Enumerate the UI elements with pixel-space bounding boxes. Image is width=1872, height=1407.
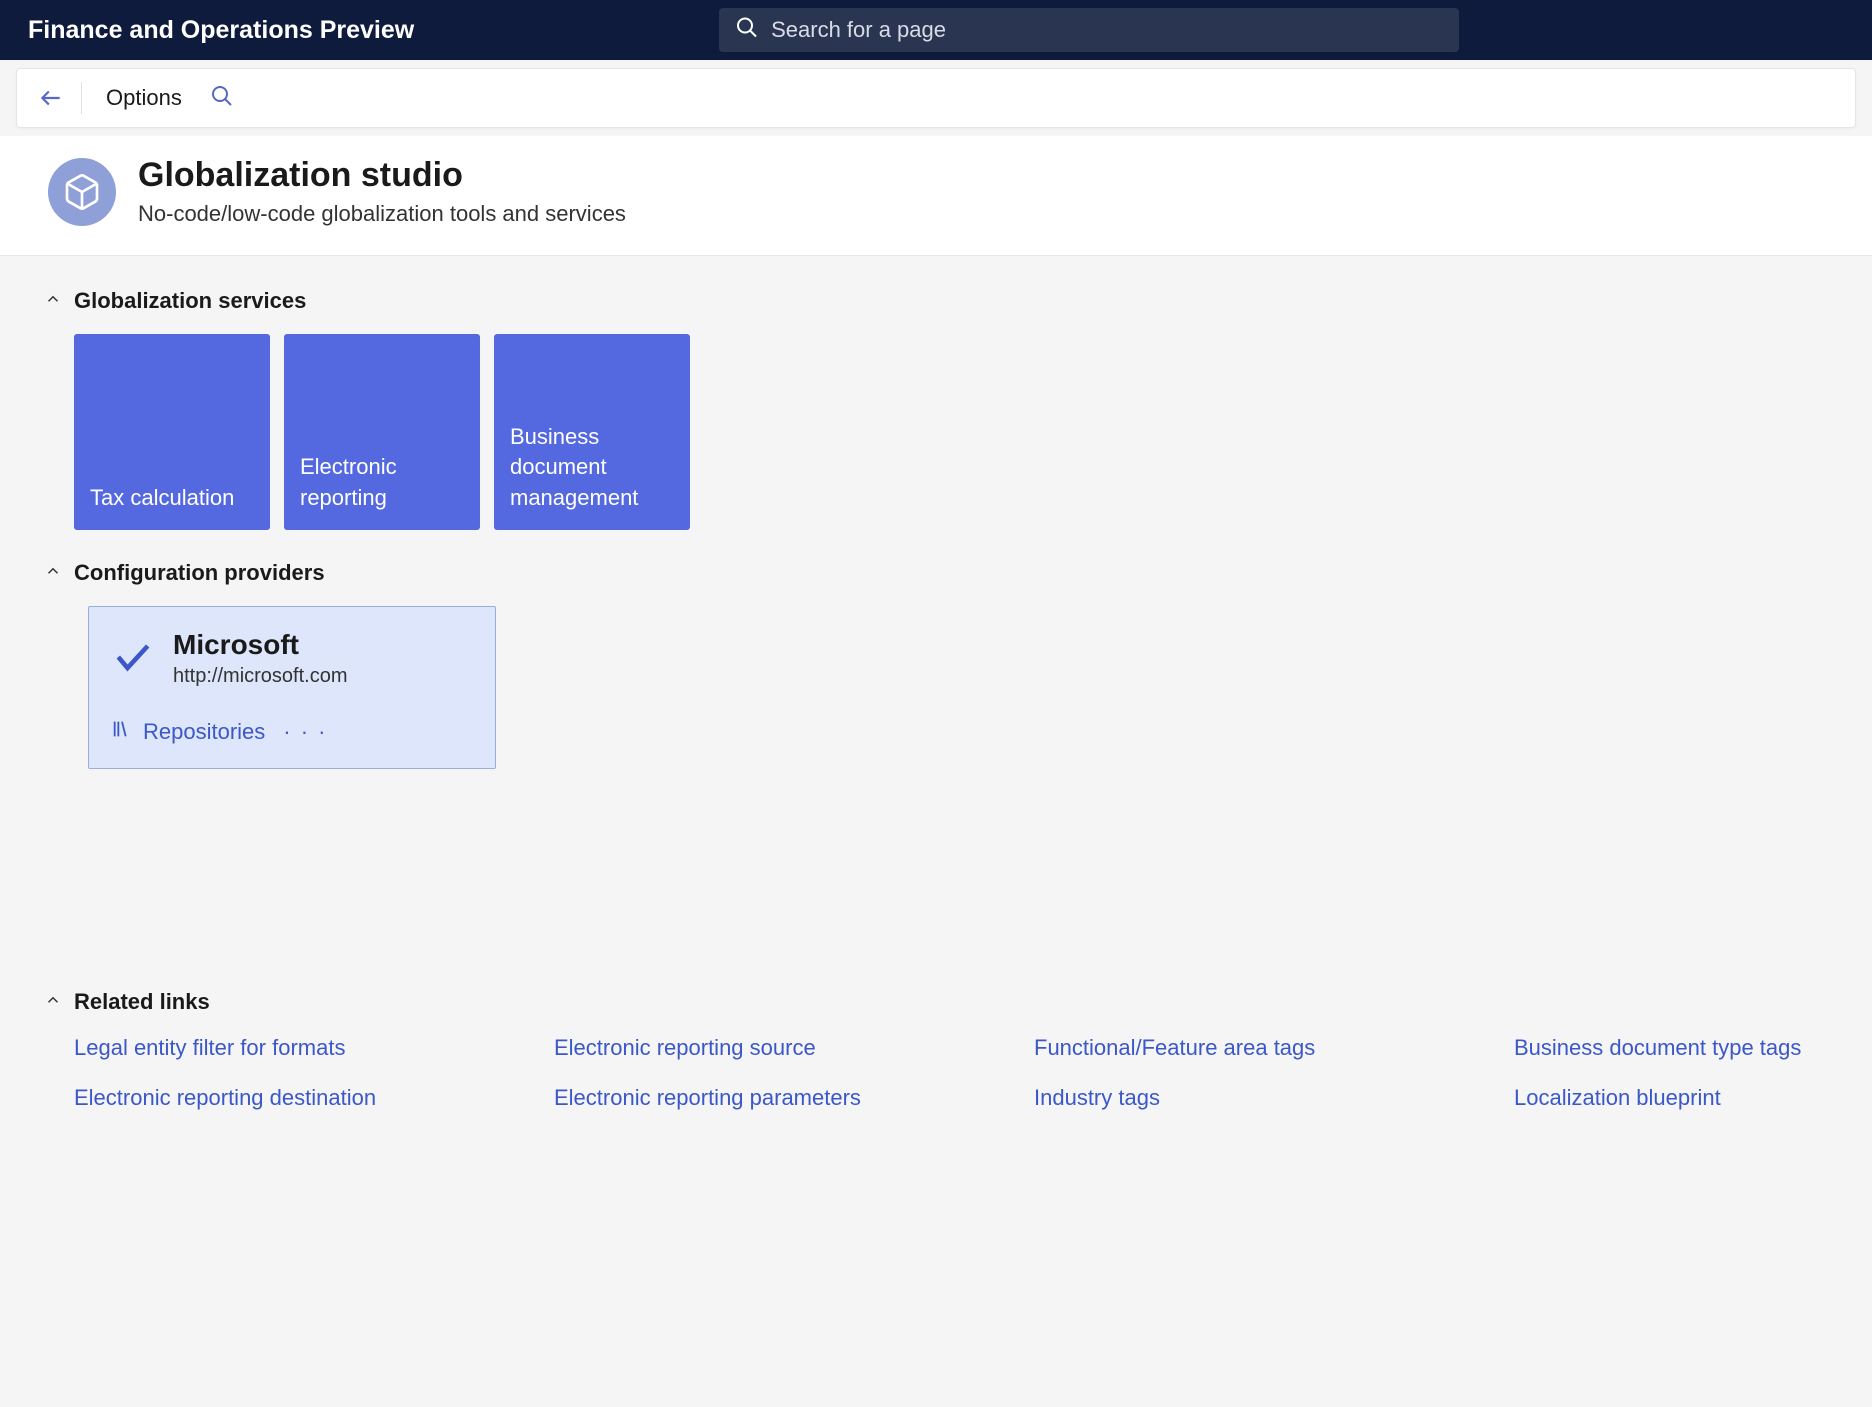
- search-container: [719, 8, 1459, 52]
- app-title: Finance and Operations Preview: [28, 16, 414, 45]
- link-er-source[interactable]: Electronic reporting source: [554, 1035, 1014, 1061]
- action-search-button[interactable]: [194, 84, 250, 113]
- page-header: Globalization studio No-code/low-code gl…: [0, 136, 1872, 256]
- section-header-services[interactable]: Globalization services: [44, 288, 1828, 314]
- back-button[interactable]: [33, 80, 69, 116]
- more-actions-button[interactable]: · · ·: [283, 719, 327, 745]
- content-area: Globalization services Tax calculation E…: [0, 256, 1872, 1135]
- tiles-row: Tax calculation Electronic reporting Bus…: [74, 334, 1828, 530]
- section-title-providers: Configuration providers: [74, 560, 325, 586]
- provider-card[interactable]: Microsoft http://microsoft.com Repositor…: [88, 606, 496, 769]
- provider-header: Microsoft http://microsoft.com: [111, 629, 473, 688]
- link-business-doc-tags[interactable]: Business document type tags: [1514, 1035, 1872, 1061]
- link-localization-blueprint[interactable]: Localization blueprint: [1514, 1085, 1872, 1111]
- chevron-up-icon: [44, 290, 62, 313]
- chevron-up-icon: [44, 991, 62, 1014]
- section-header-related[interactable]: Related links: [44, 989, 1828, 1015]
- tile-electronic-reporting[interactable]: Electronic reporting: [284, 334, 480, 530]
- tile-label: Business document management: [510, 422, 674, 514]
- provider-url: http://microsoft.com: [173, 665, 348, 688]
- action-bar: Options: [16, 68, 1856, 128]
- provider-info: Microsoft http://microsoft.com: [173, 629, 348, 688]
- search-input[interactable]: [719, 8, 1459, 52]
- options-button[interactable]: Options: [94, 85, 194, 111]
- section-title-related: Related links: [74, 989, 210, 1015]
- checkmark-icon: [111, 635, 155, 684]
- link-industry-tags[interactable]: Industry tags: [1034, 1085, 1494, 1111]
- repositories-label: Repositories: [143, 719, 265, 745]
- link-er-destination[interactable]: Electronic reporting destination: [74, 1085, 534, 1111]
- link-legal-entity-filter[interactable]: Legal entity filter for formats: [74, 1035, 534, 1061]
- tile-label: Tax calculation: [90, 483, 254, 514]
- link-er-parameters[interactable]: Electronic reporting parameters: [554, 1085, 1014, 1111]
- related-links-section: Related links Legal entity filter for fo…: [44, 989, 1828, 1111]
- page-subtitle: No-code/low-code globalization tools and…: [138, 201, 626, 227]
- globalization-icon: [48, 158, 116, 226]
- tile-label: Electronic reporting: [300, 452, 464, 514]
- provider-name: Microsoft: [173, 629, 348, 661]
- search-icon: [735, 16, 759, 45]
- provider-actions: Repositories · · ·: [111, 718, 473, 746]
- links-grid: Legal entity filter for formats Electron…: [74, 1035, 1828, 1111]
- divider: [81, 82, 82, 114]
- link-functional-tags[interactable]: Functional/Feature area tags: [1034, 1035, 1494, 1061]
- section-header-providers[interactable]: Configuration providers: [44, 560, 1828, 586]
- section-title-services: Globalization services: [74, 288, 306, 314]
- repository-icon: [111, 718, 133, 746]
- tile-tax-calculation[interactable]: Tax calculation: [74, 334, 270, 530]
- repositories-link[interactable]: Repositories: [111, 718, 265, 746]
- chevron-up-icon: [44, 562, 62, 585]
- top-bar: Finance and Operations Preview: [0, 0, 1872, 60]
- tile-business-document-management[interactable]: Business document management: [494, 334, 690, 530]
- page-title-block: Globalization studio No-code/low-code gl…: [138, 156, 626, 227]
- page-title: Globalization studio: [138, 156, 626, 195]
